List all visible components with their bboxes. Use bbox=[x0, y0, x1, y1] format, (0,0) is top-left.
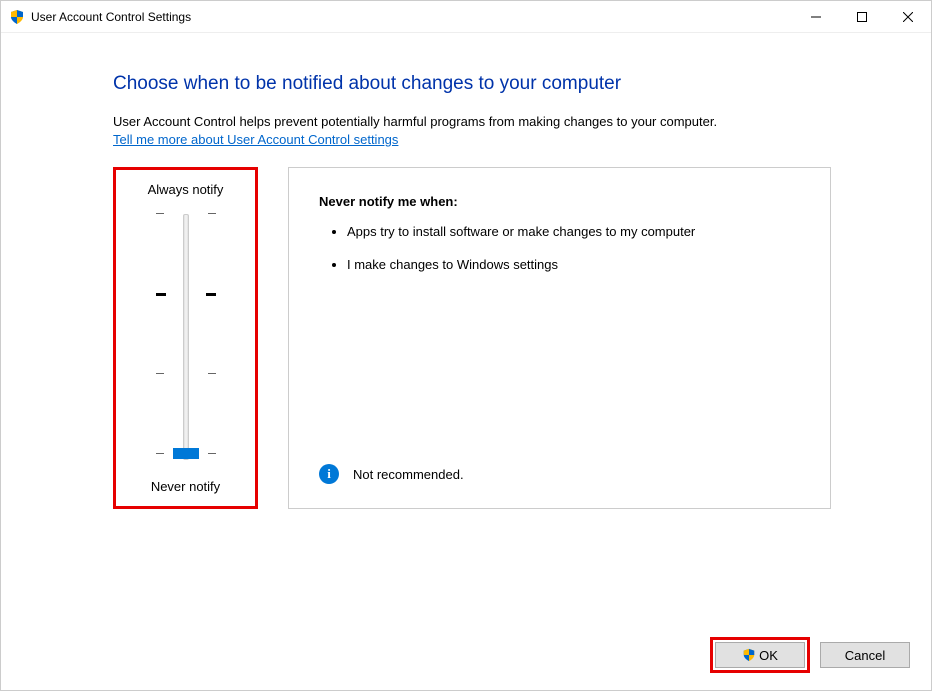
slider-tick bbox=[156, 373, 216, 374]
button-row: OK Cancel bbox=[710, 637, 910, 673]
cancel-label: Cancel bbox=[845, 648, 885, 663]
slider-bottom-label: Never notify bbox=[124, 479, 247, 494]
minimize-button[interactable] bbox=[793, 1, 839, 32]
info-icon: i bbox=[319, 464, 339, 484]
slider-top-label: Always notify bbox=[124, 182, 247, 197]
info-list-item: I make changes to Windows settings bbox=[347, 256, 800, 274]
window-title: User Account Control Settings bbox=[31, 10, 793, 24]
ok-label: OK bbox=[759, 648, 778, 663]
slider-tick bbox=[156, 293, 216, 296]
info-panel: Never notify me when: Apps try to instal… bbox=[288, 167, 831, 509]
info-heading: Never notify me when: bbox=[319, 194, 800, 209]
shield-icon bbox=[9, 9, 25, 25]
cancel-button[interactable]: Cancel bbox=[820, 642, 910, 668]
slider-thumb[interactable] bbox=[173, 448, 199, 459]
slider-tick bbox=[156, 213, 216, 214]
content-area: Choose when to be notified about changes… bbox=[1, 33, 931, 529]
slider-track bbox=[183, 214, 189, 460]
recommendation-row: i Not recommended. bbox=[319, 464, 800, 484]
learn-more-link[interactable]: Tell me more about User Account Control … bbox=[113, 132, 398, 147]
info-list: Apps try to install software or make cha… bbox=[319, 223, 800, 287]
close-button[interactable] bbox=[885, 1, 931, 32]
shield-icon bbox=[742, 648, 756, 662]
slider-panel: Always notify Never notify bbox=[113, 167, 258, 509]
ok-button[interactable]: OK bbox=[715, 642, 805, 668]
notification-slider[interactable] bbox=[124, 207, 247, 467]
description-text: User Account Control helps prevent poten… bbox=[113, 113, 831, 131]
ok-highlight: OK bbox=[710, 637, 810, 673]
maximize-button[interactable] bbox=[839, 1, 885, 32]
page-heading: Choose when to be notified about changes… bbox=[113, 73, 831, 95]
titlebar: User Account Control Settings bbox=[1, 1, 931, 33]
recommendation-text: Not recommended. bbox=[353, 467, 464, 482]
window-controls bbox=[793, 1, 931, 32]
info-list-item: Apps try to install software or make cha… bbox=[347, 223, 800, 241]
